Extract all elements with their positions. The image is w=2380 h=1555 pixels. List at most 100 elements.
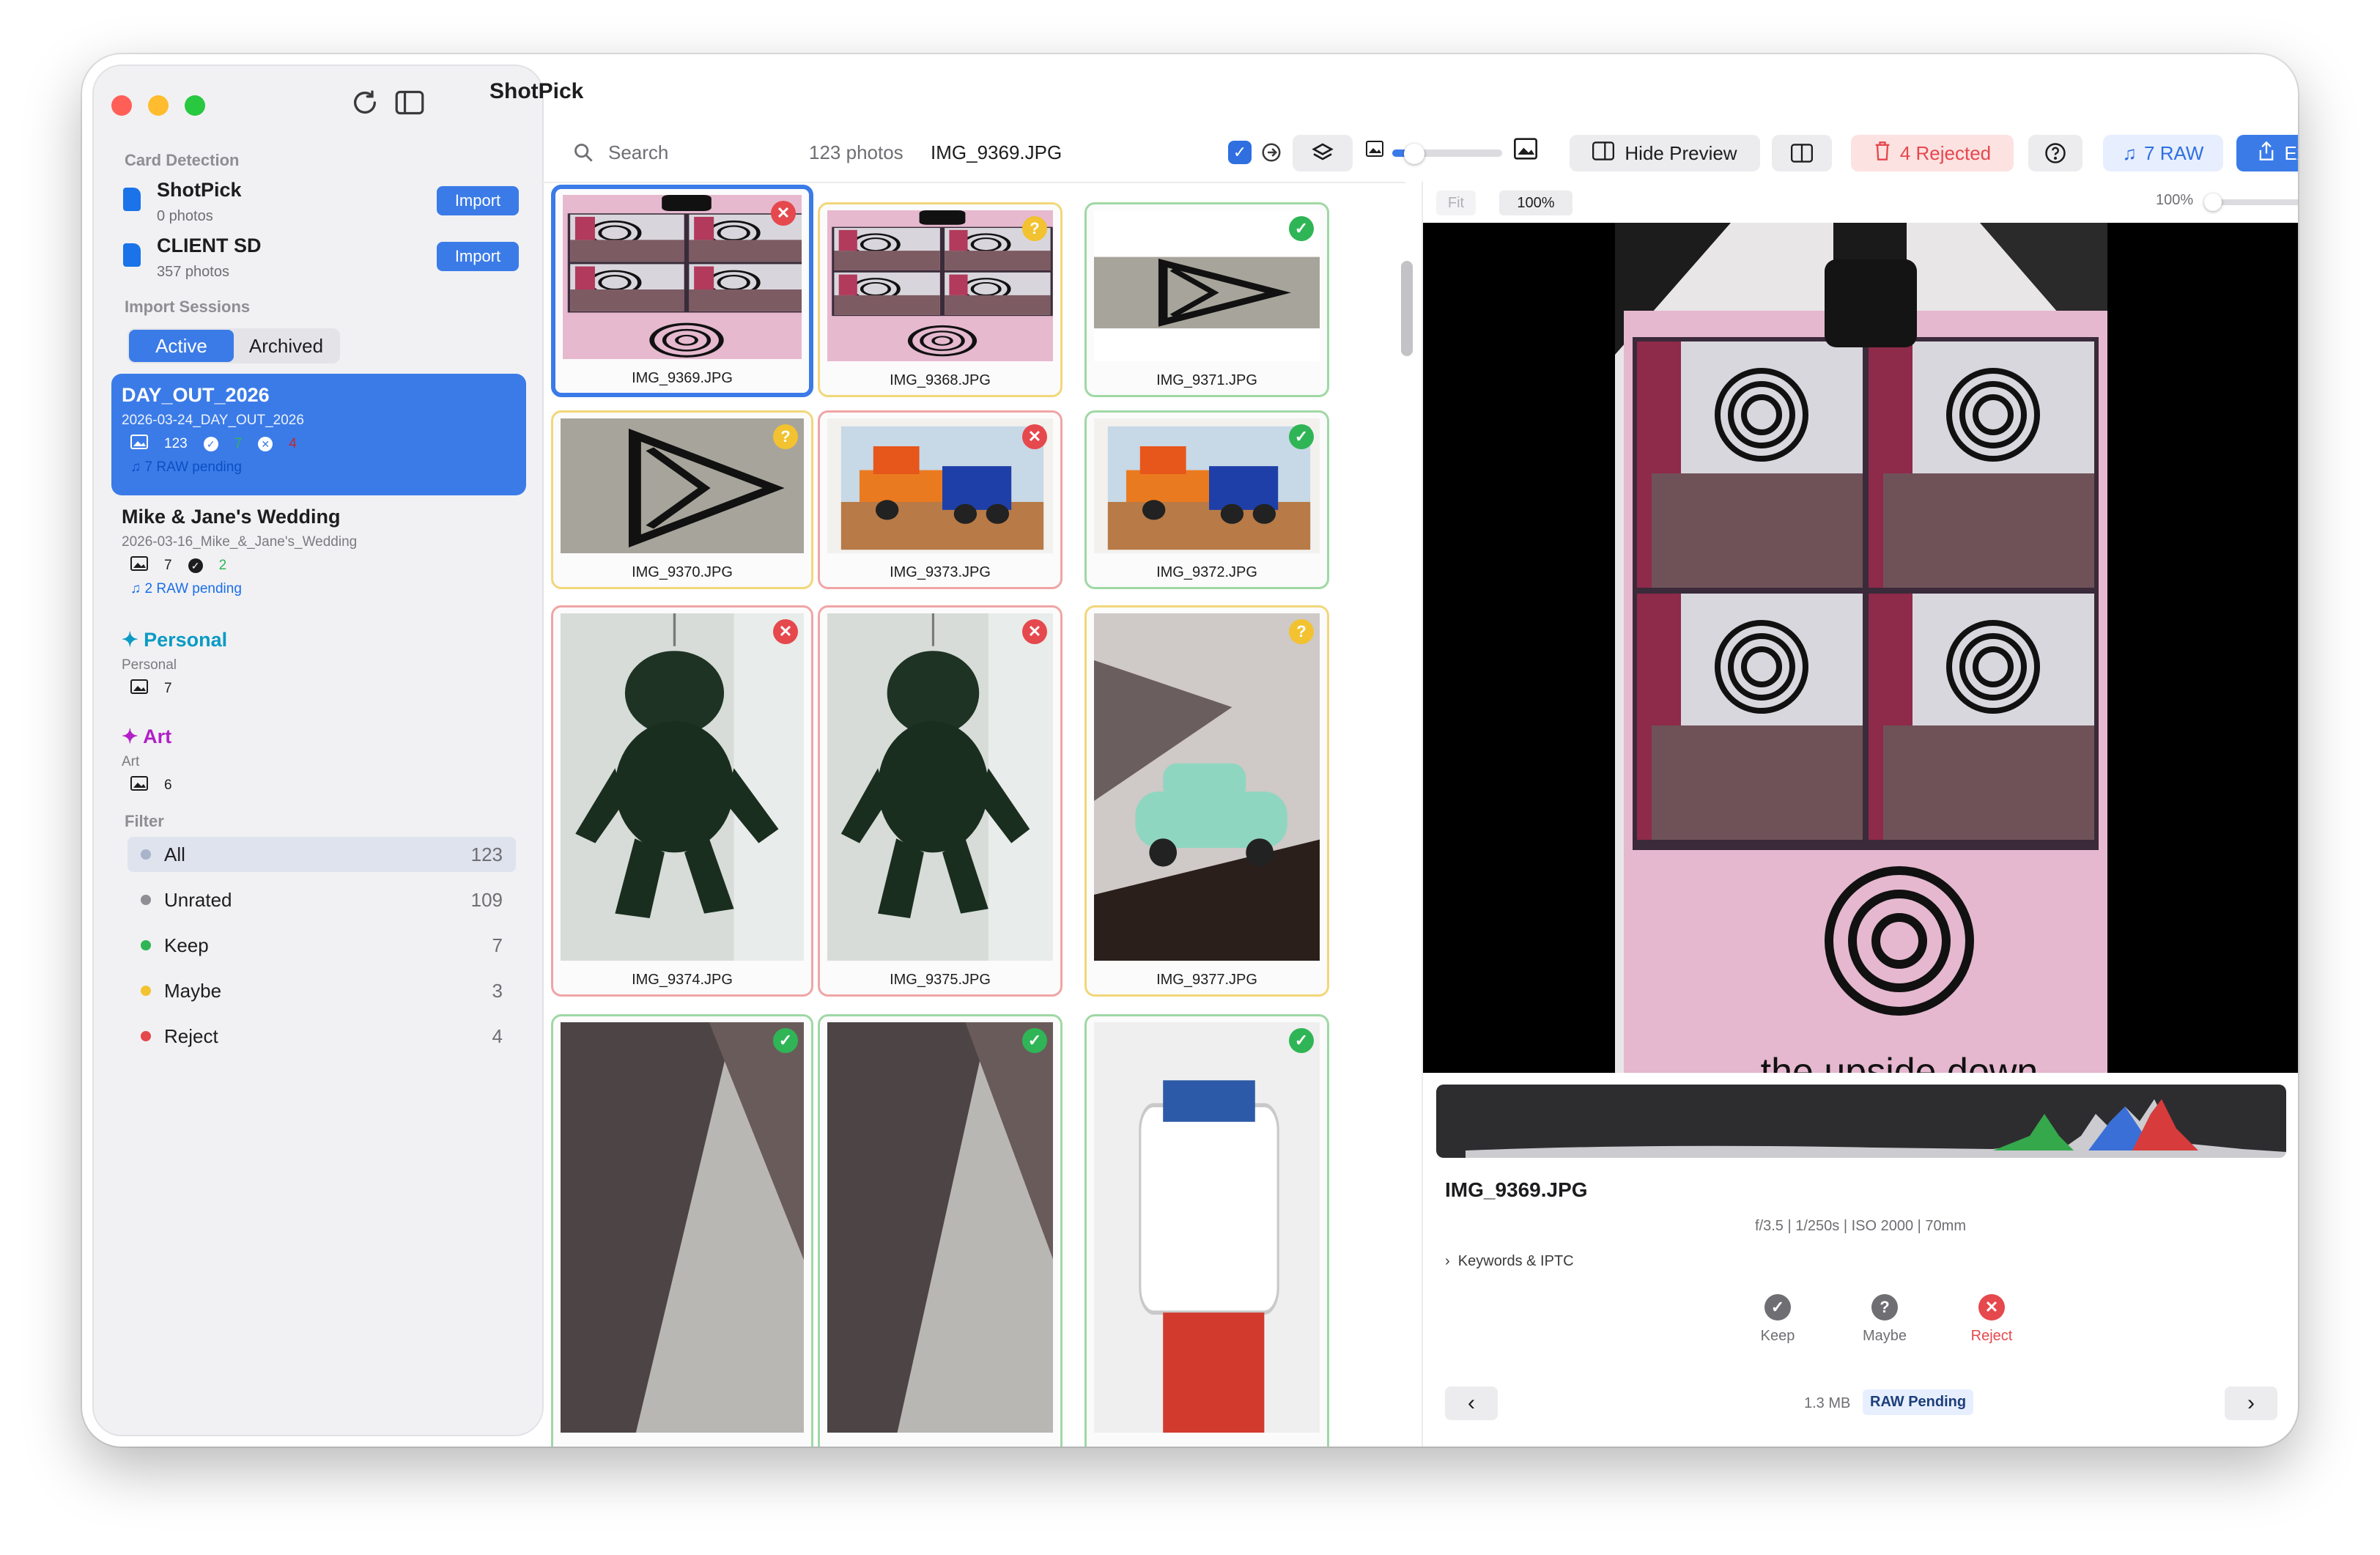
keep-status-icon[interactable]: ✓ xyxy=(1022,1028,1047,1053)
sidebar-toggle-icon[interactable] xyxy=(394,88,425,125)
pinned-sub: Personal xyxy=(122,657,177,673)
thumbnail[interactable]: ? IMG_9368.JPG xyxy=(818,202,1062,397)
compare-view-icon[interactable] xyxy=(1772,135,1832,171)
raw-button[interactable]: ♫ 7 RAW xyxy=(2103,135,2223,171)
thumbnail[interactable]: ✓ xyxy=(551,1014,813,1447)
reject-status-icon[interactable]: ✕ xyxy=(771,201,796,226)
raw-pending-label: 7 RAW pending xyxy=(144,459,242,475)
pinned-title-text: Personal xyxy=(144,629,228,651)
maybe-status-icon[interactable]: ? xyxy=(1022,216,1047,241)
keep-label: Keep xyxy=(1760,1328,1795,1344)
export-label: Export xyxy=(2284,141,2298,164)
status-dot-icon xyxy=(141,940,151,950)
keep-button[interactable]: ✓ Keep xyxy=(1734,1294,1822,1345)
thumbnail-filename: IMG_9375.JPG xyxy=(890,972,991,988)
thumbnail-image xyxy=(827,1022,1053,1433)
pinned-personal[interactable]: ✦ Personal Personal 7 xyxy=(111,618,526,701)
rejected-button[interactable]: 4 Rejected xyxy=(1851,135,2014,171)
thumbnail-size-knob[interactable] xyxy=(1404,144,1424,164)
thumbnail[interactable]: ✓ IMG_9371.JPG xyxy=(1084,202,1329,397)
thumbnail-image xyxy=(563,195,802,359)
keep-status-icon[interactable]: ✓ xyxy=(1289,424,1314,449)
session-folder: 2026-03-16_Mike_&_Jane's_Wedding xyxy=(122,534,358,550)
stack-icon[interactable] xyxy=(1293,135,1353,171)
photo-icon xyxy=(130,435,148,454)
next-photo-button[interactable]: › xyxy=(2225,1386,2277,1420)
previous-photo-button[interactable]: ‹ xyxy=(1445,1386,1498,1420)
pinned-photo-count: 6 xyxy=(164,778,172,793)
session-keep-count: 7 xyxy=(234,436,243,451)
help-icon[interactable] xyxy=(2028,135,2082,171)
zoom-slider-knob[interactable] xyxy=(2204,193,2222,211)
app-window: Card Detection ShotPick 0 photos Import … xyxy=(82,54,2298,1447)
filter-label: Maybe xyxy=(164,979,222,1002)
tab-active[interactable]: Active xyxy=(129,330,234,362)
select-checkbox-icon[interactable]: ✓ xyxy=(1228,141,1252,164)
keep-status-icon[interactable]: ✓ xyxy=(1289,1028,1314,1053)
status-dot-icon xyxy=(141,849,151,860)
fit-button[interactable]: Fit xyxy=(1436,191,1476,215)
thumbnail[interactable]: ? IMG_9377.JPG xyxy=(1084,605,1329,997)
thumbnail[interactable]: ✓ xyxy=(1084,1014,1329,1447)
maybe-status-icon[interactable]: ? xyxy=(773,424,798,449)
filter-maybe[interactable]: Maybe 3 xyxy=(128,973,516,1008)
arrow-circle-icon[interactable] xyxy=(1259,139,1284,166)
thumbnail[interactable]: ✓ IMG_9372.JPG xyxy=(1084,410,1329,589)
refresh-icon[interactable] xyxy=(350,88,380,125)
pin-icon: ✦ xyxy=(122,629,144,651)
session-day-out[interactable]: DAY_OUT_2026 2026-03-24_DAY_OUT_2026 123… xyxy=(111,374,526,495)
filter-label: Keep xyxy=(164,934,209,956)
hide-preview-button[interactable]: Hide Preview xyxy=(1570,135,1760,171)
thumbnail-image xyxy=(1094,613,1320,961)
thumbnail[interactable]: ✕ IMG_9375.JPG xyxy=(818,605,1062,997)
chevron-left-icon: ‹ xyxy=(1468,1391,1475,1415)
pinned-meta: 6 xyxy=(122,776,516,795)
thumbnail[interactable]: ✓ xyxy=(818,1014,1062,1447)
search-input[interactable]: Search xyxy=(608,138,668,167)
toolbar: Search 123 photos IMG_9369.JPG ✓ Hide Pr… xyxy=(551,128,2298,179)
thumbnail[interactable]: ✕ IMG_9374.JPG xyxy=(551,605,813,997)
grid-scrollbar[interactable] xyxy=(1401,261,1413,356)
thumbnail-filename: IMG_9374.JPG xyxy=(632,972,733,988)
maybe-status-icon[interactable]: ? xyxy=(1289,619,1314,644)
session-photo-count: 123 xyxy=(164,436,188,451)
filter-all[interactable]: All 123 xyxy=(128,837,516,872)
zoom-100-button[interactable]: 100% xyxy=(1499,191,1572,215)
current-filename: IMG_9369.JPG xyxy=(931,141,1062,163)
filter-reject[interactable]: Reject 4 xyxy=(128,1019,516,1054)
session-title: Mike & Jane's Wedding xyxy=(122,506,341,528)
hide-preview-label: Hide Preview xyxy=(1625,141,1737,164)
keep-status-icon[interactable]: ✓ xyxy=(773,1028,798,1053)
thumbnail-filename: IMG_9372.JPG xyxy=(1156,564,1257,580)
import-button-shotpick[interactable]: Import xyxy=(437,186,519,215)
reject-status-icon[interactable]: ✕ xyxy=(773,619,798,644)
filter-keep[interactable]: Keep 7 xyxy=(128,928,516,963)
thumbnail[interactable]: ✕ IMG_9373.JPG xyxy=(818,410,1062,589)
thumbnail[interactable]: ✕ IMG_9369.JPG xyxy=(551,185,813,397)
reject-button[interactable]: ✕ Reject xyxy=(1948,1294,2036,1345)
export-button[interactable]: Export xyxy=(2236,135,2298,171)
thumbnail[interactable]: ? IMG_9370.JPG xyxy=(551,410,813,589)
session-wedding[interactable]: Mike & Jane's Wedding 2026-03-16_Mike_&_… xyxy=(111,495,526,613)
close-window-button[interactable] xyxy=(111,95,132,116)
reject-status-icon[interactable]: ✕ xyxy=(1022,619,1047,644)
filter-unrated[interactable]: Unrated 109 xyxy=(128,882,516,917)
raw-file-icon: ♫ xyxy=(2122,141,2137,164)
filter-label: All xyxy=(164,843,185,865)
filter-label: Unrated xyxy=(164,888,232,911)
zoom-window-button[interactable] xyxy=(185,95,205,116)
thumbnail-filename: IMG_9369.JPG xyxy=(632,370,733,386)
thumbnail-filename: IMG_9371.JPG xyxy=(1156,372,1257,388)
pinned-art[interactable]: ✦ Art Art 6 xyxy=(111,715,526,797)
session-reject-count: 4 xyxy=(289,436,297,451)
keywords-disclosure[interactable]: › Keywords & IPTC xyxy=(1445,1253,1574,1270)
keywords-label: Keywords & IPTC xyxy=(1457,1253,1574,1269)
session-raw-pending: ♫ 2 RAW pending xyxy=(122,581,516,597)
reject-status-icon[interactable]: ✕ xyxy=(1022,424,1047,449)
pinned-meta: 7 xyxy=(122,679,516,698)
tab-archived[interactable]: Archived xyxy=(234,330,339,362)
minimize-window-button[interactable] xyxy=(148,95,169,116)
keep-status-icon[interactable]: ✓ xyxy=(1289,216,1314,241)
maybe-button[interactable]: ? Maybe xyxy=(1841,1294,1929,1345)
import-button-client-sd[interactable]: Import xyxy=(437,242,519,271)
